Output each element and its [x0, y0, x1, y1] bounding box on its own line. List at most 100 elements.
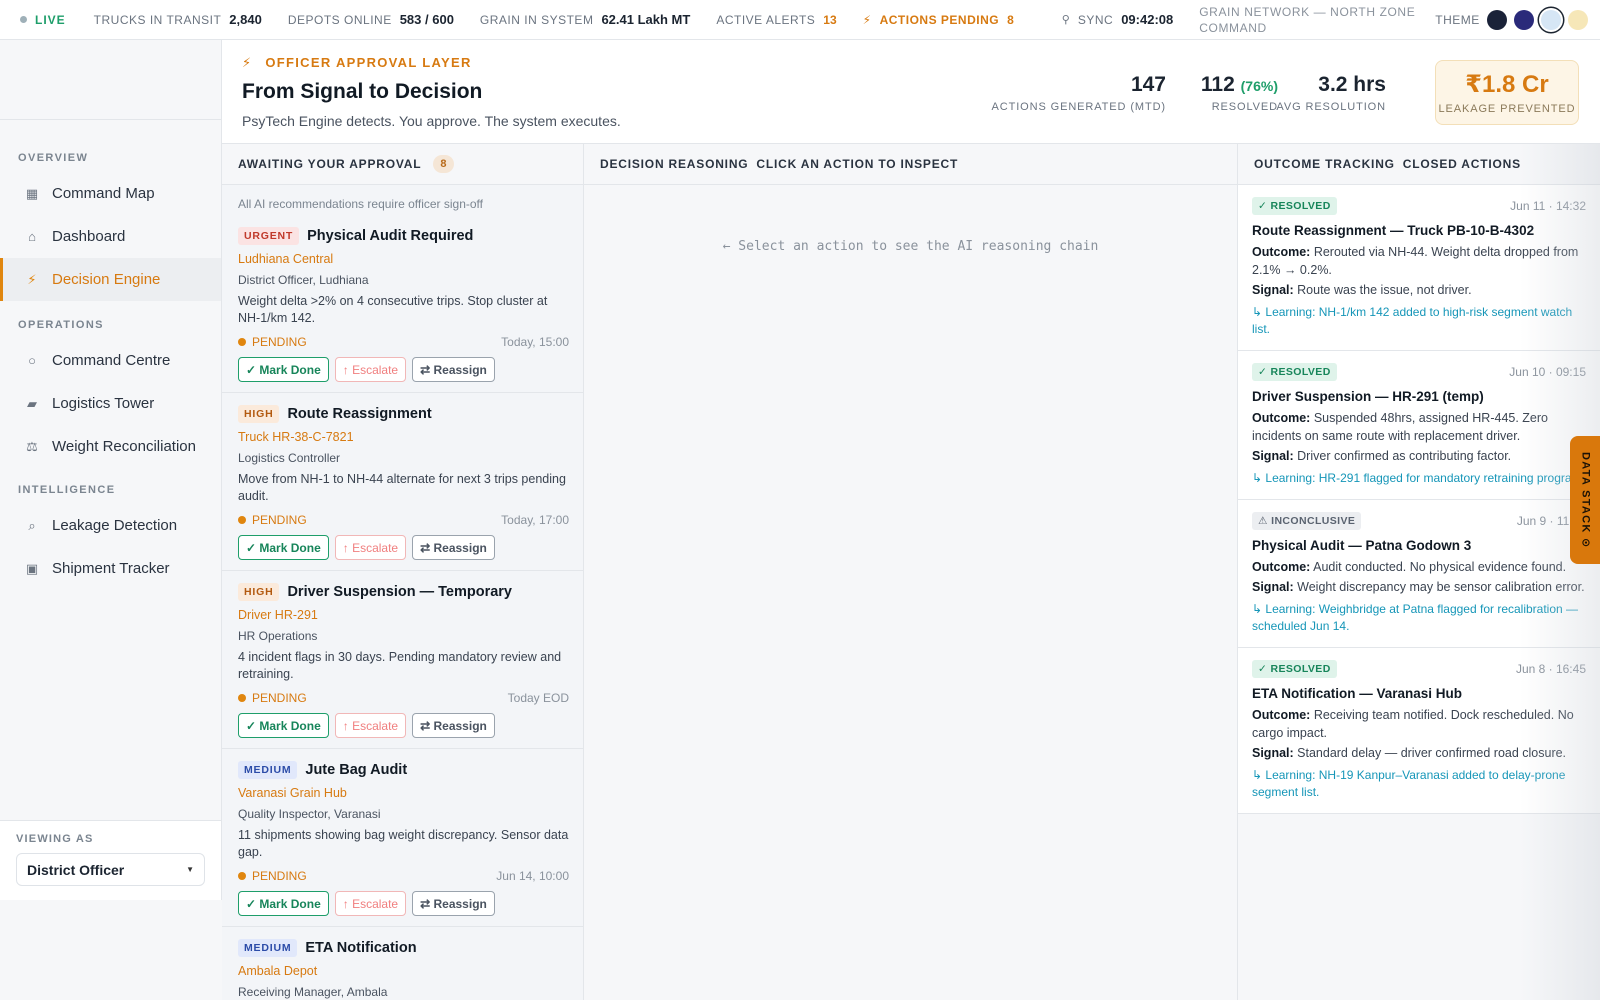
theme-swatch-indigo[interactable] [1513, 9, 1534, 30]
sidebar-item-weight-reconciliation[interactable]: ⚖ Weight Reconciliation [0, 425, 221, 468]
outcome-text: Outcome: Audit conducted. No physical ev… [1252, 558, 1586, 576]
card-role: District Officer, Ludhiana [238, 273, 369, 287]
reasoning-empty-state: ← Select an action to see the AI reasoni… [722, 239, 1099, 254]
actions-value: 8 [1007, 12, 1014, 27]
mark-done-button[interactable]: ✓ Mark Done [238, 357, 329, 382]
sidebar-item-command-centre[interactable]: ○ Command Centre [0, 339, 221, 382]
due-time: Today, 17:00 [501, 513, 569, 527]
escalate-button[interactable]: ↑ Escalate [334, 535, 407, 560]
eyebrow-label: OFFICER APPROVAL LAYER [265, 55, 472, 70]
approval-card[interactable]: URGENT Physical Audit Required Ludhiana … [222, 215, 583, 393]
trucks-value: 2,840 [229, 12, 262, 27]
approval-card[interactable]: HIGH Driver Suspension — Temporary Drive… [222, 571, 583, 749]
theme-swatch-dark[interactable] [1486, 9, 1507, 30]
pending-dot-icon [238, 338, 246, 346]
grain-in-system: GRAIN IN SYSTEM 62.41 Lakh MT [480, 12, 690, 27]
learning-link[interactable]: ↳ Learning: Weighbridge at Patna flagged… [1252, 601, 1586, 635]
status-pending: PENDING [238, 691, 307, 705]
learning-link[interactable]: ↳ Learning: HR-291 flagged for mandatory… [1252, 470, 1586, 487]
card-role: Logistics Controller [238, 451, 341, 465]
approval-card[interactable]: MEDIUM Jute Bag Audit Varanasi Grain Hub… [222, 749, 583, 927]
signal-value: Weight discrepancy may be sensor calibra… [1297, 580, 1585, 594]
sync-status: ⚲ SYNC 09:42:08 [1062, 12, 1173, 27]
sidebar-item-leakage-detection[interactable]: ⌕ Leakage Detection [0, 504, 221, 547]
outcome-card[interactable]: ✓ RESOLVED Jun 10 · 09:15 Driver Suspens… [1238, 351, 1600, 500]
sidebar-item-label: Command Centre [52, 352, 171, 369]
sidebar-item-shipment-tracker[interactable]: ▣ Shipment Tracker [0, 547, 221, 590]
reassign-button[interactable]: ⇄ Reassign [412, 713, 495, 738]
sidebar-item-command-map[interactable]: ▦ Command Map [0, 172, 221, 215]
reasoning-header: DECISION REASONING CLICK AN ACTION TO IN… [584, 144, 1237, 185]
outcome-card[interactable]: ✓ RESOLVED Jun 8 · 16:45 ETA Notificatio… [1238, 648, 1600, 814]
theme-swatch-light[interactable] [1540, 9, 1561, 30]
learning-link[interactable]: ↳ Learning: NH-19 Kanpur–Varanasi added … [1252, 767, 1586, 801]
signal-value: Route was the issue, not driver. [1297, 283, 1472, 297]
approval-card[interactable]: MEDIUM ETA Notification Ambala Depot Rec… [222, 927, 583, 1000]
package-icon: ▣ [25, 560, 39, 576]
approvals-header: AWAITING YOUR APPROVAL 8 [222, 144, 583, 185]
outcomes-title: OUTCOME TRACKING [1254, 157, 1395, 171]
due-time: Jun 14, 10:00 [496, 869, 569, 883]
card-target: Ambala Depot [238, 964, 318, 978]
signal-text: Signal: Weight discrepancy may be sensor… [1252, 578, 1586, 596]
outcome-card[interactable]: ⚠ INCONCLUSIVE Jun 9 · 11:20 Physical Au… [1238, 500, 1600, 648]
outcome-date: Jun 11 · 14:32 [1510, 199, 1586, 213]
status-label: PENDING [252, 869, 307, 883]
grain-value: 62.41 Lakh MT [601, 12, 691, 27]
reassign-button[interactable]: ⇄ Reassign [412, 891, 495, 916]
theme-swatch-sand[interactable] [1567, 9, 1588, 30]
approval-card[interactable]: HIGH Route Reassignment Truck HR-38-C-78… [222, 393, 583, 571]
escalate-button[interactable]: ↑ Escalate [334, 713, 407, 738]
signal-text: Signal: Standard delay — driver confirme… [1252, 744, 1586, 762]
mark-done-button[interactable]: ✓ Mark Done [238, 713, 329, 738]
outcomes-header: OUTCOME TRACKING CLOSED ACTIONS [1238, 144, 1600, 185]
sidebar-item-decision-engine[interactable]: ⚡ Decision Engine [0, 258, 221, 301]
learning-link[interactable]: ↳ Learning: NH-1/km 142 added to high-ri… [1252, 304, 1586, 338]
signal-text: Signal: Driver confirmed as contributing… [1252, 447, 1586, 465]
active-alerts[interactable]: ACTIVE ALERTS 13 [716, 13, 836, 27]
outcome-card[interactable]: ✓ RESOLVED Jun 11 · 14:32 Route Reassign… [1238, 185, 1600, 351]
due-time: Today EOD [507, 691, 569, 705]
bolt-icon: ⚡ [862, 12, 872, 27]
sidebar-section-operations: OPERATIONS [18, 319, 104, 331]
priority-badge: HIGH [238, 405, 280, 423]
role-select[interactable]: District Officer ▼ [16, 853, 205, 886]
stat-avg-label: AVG RESOLUTION [1276, 101, 1386, 113]
priority-badge: URGENT [238, 227, 300, 245]
reassign-button[interactable]: ⇄ Reassign [412, 535, 495, 560]
sidebar-item-dashboard[interactable]: ⌂ Dashboard [0, 215, 221, 258]
outcome-title: Driver Suspension — HR-291 (temp) [1252, 389, 1484, 404]
card-title: Driver Suspension — Temporary [287, 584, 512, 600]
escalate-button[interactable]: ↑ Escalate [334, 357, 407, 382]
escalate-button[interactable]: ↑ Escalate [334, 891, 407, 916]
page-header: ⚡ OFFICER APPROVAL LAYER From Signal to … [222, 40, 1600, 144]
mark-done-button[interactable]: ✓ Mark Done [238, 535, 329, 560]
actions-pending[interactable]: ⚡ ACTIONS PENDING 8 [863, 13, 1014, 27]
signal-text: Signal: Route was the issue, not driver. [1252, 281, 1586, 299]
sidebar-item-logistics-tower[interactable]: ▰ Logistics Tower [0, 382, 221, 425]
data-stack-tab[interactable]: DATA STACK ⊙ [1570, 436, 1600, 564]
stat-avg-resolution: 3.2 hrs AVG RESOLUTION [1276, 73, 1386, 113]
outcome-badge: ✓ RESOLVED [1252, 660, 1337, 678]
sidebar: OVERVIEW ▦ Command Map ⌂ Dashboard ⚡ Dec… [0, 40, 222, 900]
reasoning-column: DECISION REASONING CLICK AN ACTION TO IN… [584, 144, 1238, 1000]
reasoning-title: DECISION REASONING [600, 157, 749, 171]
grain-label: GRAIN IN SYSTEM [479, 12, 594, 27]
sync-pin-icon: ⚲ [1061, 14, 1070, 26]
outcome-text: Outcome: Receiving team notified. Dock r… [1252, 706, 1586, 742]
outcome-title: Physical Audit — Patna Godown 3 [1252, 538, 1472, 553]
card-target: Driver HR-291 [238, 608, 318, 622]
outcome-label: Outcome: [1252, 560, 1311, 574]
stat-generated-value: 147 [1130, 73, 1166, 96]
mark-done-button[interactable]: ✓ Mark Done [238, 891, 329, 916]
sidebar-section-intelligence: INTELLIGENCE [18, 484, 116, 496]
scale-icon: ⚖ [26, 438, 38, 454]
signal-label: Signal: [1252, 746, 1294, 760]
outcome-label: Outcome: [1252, 245, 1311, 259]
card-description: Move from NH-1 to NH-44 alternate for ne… [238, 472, 566, 503]
outcome-label: Outcome: [1252, 411, 1311, 425]
outcome-title: ETA Notification — Varanasi Hub [1252, 686, 1463, 701]
reassign-button[interactable]: ⇄ Reassign [412, 357, 495, 382]
card-title: Physical Audit Required [307, 228, 474, 244]
theme-label: THEME [1435, 12, 1480, 27]
